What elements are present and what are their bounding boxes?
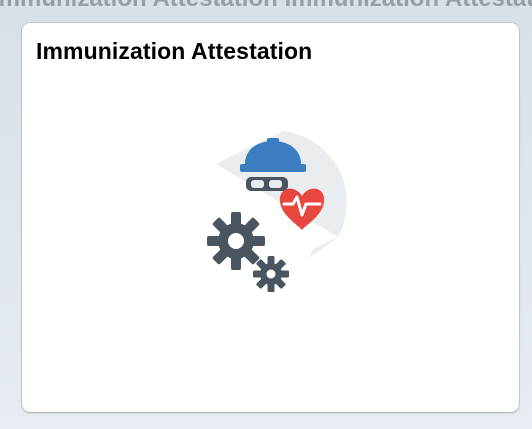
immunization-attestation-tile[interactable]: Immunization Attestation	[22, 23, 519, 412]
background-tile-row: Immunization Attestation Immunization At…	[0, 0, 532, 16]
goggles-icon	[246, 177, 288, 191]
tile-title: Immunization Attestation	[36, 38, 313, 64]
immunization-attestation-icon	[188, 129, 348, 299]
background-tile-titles: Immunization Attestation Immunization At…	[0, 0, 532, 12]
page: Immunization Attestation Immunization At…	[0, 0, 532, 429]
